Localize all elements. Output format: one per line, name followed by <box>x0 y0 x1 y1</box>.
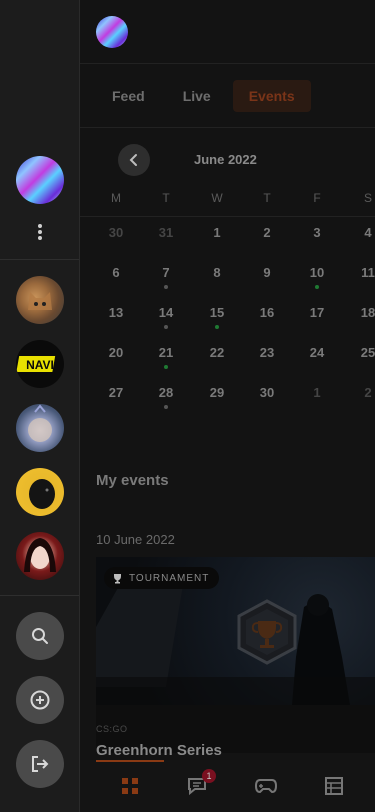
tab-bar: Feed Live Events <box>96 80 311 112</box>
month-label: June 2022 <box>194 152 257 167</box>
calendar-day[interactable]: 14 <box>141 305 191 320</box>
tournament-tag: TOURNAMENT <box>104 567 220 589</box>
nav-games[interactable] <box>232 760 300 812</box>
chevron-left-icon <box>129 154 137 166</box>
calendar-day[interactable]: 30 <box>242 385 292 400</box>
nav-table[interactable] <box>300 760 368 812</box>
calendar-day[interactable]: 17 <box>292 305 342 320</box>
calendar-day[interactable]: 10 <box>292 265 342 280</box>
calendar-day[interactable]: 20 <box>91 345 141 360</box>
calendar-day[interactable]: 27 <box>91 385 141 400</box>
calendar-day[interactable]: 1 <box>192 225 242 240</box>
calendar-day[interactable]: 15 <box>192 305 242 320</box>
grid-icon <box>122 778 138 794</box>
calendar-header: June 2022 <box>118 144 375 176</box>
event-dot <box>215 325 219 329</box>
event-date-label: 10 June 2022 <box>96 532 175 547</box>
my-events-heading: My events <box>96 472 169 489</box>
calendar-grid: M T W T F S 30 31 1 2 3 4 6 7 8 9 10 11 … <box>80 186 375 425</box>
calendar-week: 27 28 29 30 1 2 <box>80 385 375 425</box>
calendar-day[interactable]: 23 <box>242 345 292 360</box>
plus-circle-icon <box>30 690 50 710</box>
gamepad-icon <box>255 779 277 794</box>
calendar-day[interactable]: 2 <box>242 225 292 240</box>
calendar-day[interactable]: 6 <box>91 265 141 280</box>
calendar-day[interactable]: 3 <box>292 225 342 240</box>
event-dot <box>164 325 168 329</box>
trophy-icon <box>114 573 121 583</box>
header-divider <box>80 63 375 64</box>
logout-icon <box>32 756 49 772</box>
logout-button[interactable] <box>16 740 64 788</box>
weekday-label: W <box>211 191 223 205</box>
svg-text:NAVI: NAVI <box>26 358 54 372</box>
nav-messages[interactable]: 1 <box>164 760 232 812</box>
calendar-day[interactable]: 7 <box>141 265 191 280</box>
sidebar-divider <box>0 259 79 260</box>
calendar-day[interactable]: 22 <box>192 345 242 360</box>
weekday-label: T <box>263 191 271 205</box>
header-avatar[interactable] <box>96 16 128 48</box>
calendar-day[interactable]: 28 <box>141 385 191 400</box>
calendar-day[interactable]: 29 <box>192 385 242 400</box>
calendar-day[interactable]: 16 <box>242 305 292 320</box>
group-avatar-navi[interactable]: NAVI <box>16 340 64 388</box>
weekday-label: F <box>313 191 321 205</box>
weekday-label: S <box>363 191 372 205</box>
event-dot <box>164 285 168 289</box>
user-avatar[interactable] <box>16 156 64 204</box>
group-avatar-anime[interactable] <box>16 532 64 580</box>
calendar-week: 30 31 1 2 3 4 <box>80 225 375 265</box>
weekday-row: M T W T F S <box>80 186 375 226</box>
sidebar-divider <box>0 595 79 596</box>
tab-events[interactable]: Events <box>232 80 311 112</box>
event-card-image: TOURNAMENT <box>96 557 375 705</box>
calendar-day[interactable]: 11 <box>343 265 375 280</box>
calendar-day[interactable]: 25 <box>343 345 375 360</box>
group-avatar-cat[interactable] <box>16 276 64 324</box>
sidebar: NAVI <box>0 0 80 812</box>
event-title[interactable]: Greenhorn Series <box>96 742 222 759</box>
previous-month-button[interactable] <box>118 144 150 176</box>
group-avatar-teletubby[interactable] <box>16 404 64 452</box>
calendar-day[interactable]: 4 <box>343 225 375 240</box>
tab-feed[interactable]: Feed <box>96 80 161 112</box>
nav-dashboard[interactable] <box>96 760 164 812</box>
calendar-day[interactable]: 31 <box>141 225 191 240</box>
calendar-week: 13 14 15 16 17 18 <box>80 305 375 345</box>
add-group-button[interactable] <box>16 676 64 724</box>
calendar-day[interactable]: 30 <box>91 225 141 240</box>
notification-badge: 1 <box>202 769 216 783</box>
calendar-day[interactable]: 13 <box>91 305 141 320</box>
calendar-day[interactable]: 21 <box>141 345 191 360</box>
event-dot <box>164 405 168 409</box>
calendar-day[interactable]: 24 <box>292 345 342 360</box>
calendar-day[interactable]: 2 <box>343 385 375 400</box>
weekday-divider <box>80 216 375 217</box>
bottom-navigation: 1 <box>80 760 375 812</box>
tabs-divider <box>80 127 375 128</box>
calendar-week: 20 21 22 23 24 25 <box>80 345 375 385</box>
more-options-icon[interactable] <box>37 224 43 240</box>
event-card[interactable]: TOURNAMENT <box>96 557 375 753</box>
weekday-label: M <box>111 191 121 205</box>
event-dot <box>315 285 319 289</box>
trophy-badge-icon <box>236 599 298 665</box>
calendar-day[interactable]: 8 <box>192 265 242 280</box>
calendar-week: 6 7 8 9 10 11 <box>80 265 375 305</box>
calendar-day[interactable]: 9 <box>242 265 292 280</box>
main-content: Feed Live Events June 2022 M T W T F S 3… <box>80 0 375 812</box>
calendar-day[interactable]: 1 <box>292 385 342 400</box>
search-button[interactable] <box>16 612 64 660</box>
search-icon <box>32 628 48 644</box>
tab-live[interactable]: Live <box>167 80 227 112</box>
calendar-day[interactable]: 18 <box>343 305 375 320</box>
tournament-tag-label: TOURNAMENT <box>129 572 210 584</box>
event-dot <box>164 365 168 369</box>
event-game-label: CS:GO <box>96 724 128 734</box>
weekday-label: T <box>162 191 170 205</box>
group-avatar-pug[interactable] <box>16 468 64 516</box>
table-icon <box>325 777 343 795</box>
